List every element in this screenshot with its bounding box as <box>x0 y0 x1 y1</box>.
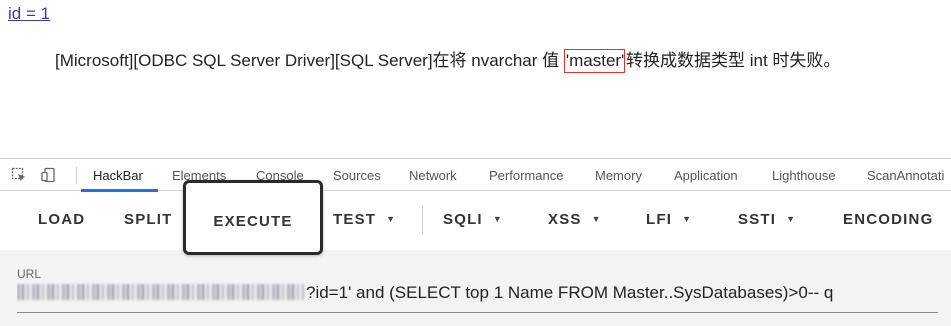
highlighted-value: 'master' <box>563 49 626 73</box>
url-input[interactable]: ?id=1' and (SELECT top 1 Name FROM Maste… <box>17 283 938 313</box>
sqli-label: SQLI <box>443 211 483 228</box>
load-button[interactable]: LOAD <box>38 211 85 228</box>
url-query-text: ?id=1' and (SELECT top 1 Name FROM Maste… <box>306 283 834 302</box>
sql-error-message: [Microsoft][ODBC SQL Server Driver][SQL … <box>55 46 841 73</box>
lfi-dropdown[interactable]: LFI ▼ <box>646 211 692 228</box>
chevron-down-icon: ▼ <box>386 214 397 224</box>
execute-button[interactable]: EXECUTE <box>183 180 323 255</box>
chevron-down-icon: ▼ <box>786 214 797 224</box>
tab-performance[interactable]: Performance <box>489 168 563 183</box>
lfi-label: LFI <box>646 211 673 228</box>
devtools-tab-bar: HackBar Elements Console Sources Network… <box>0 158 951 192</box>
url-panel: URL ?id=1' and (SELECT top 1 Name FROM M… <box>0 250 951 326</box>
ssti-label: SSTI <box>738 211 777 228</box>
chevron-down-icon: ▼ <box>591 214 602 224</box>
tab-sources[interactable]: Sources <box>333 168 381 183</box>
toolbar-divider <box>422 206 423 234</box>
url-label: URL <box>17 267 42 281</box>
tab-application[interactable]: Application <box>674 168 738 183</box>
xss-dropdown[interactable]: XSS ▼ <box>548 211 602 228</box>
redacted-host <box>17 284 304 300</box>
encoding-dropdown[interactable]: ENCODING <box>843 211 933 228</box>
page-link-id[interactable]: id = 1 <box>8 4 50 24</box>
hackbar-toolbar: LOAD SPLIT TEST ▼ SQLI ▼ XSS ▼ LFI ▼ SSTI ▼ E… <box>0 191 951 249</box>
device-toggle-icon[interactable] <box>41 167 57 183</box>
ssti-dropdown[interactable]: SSTI ▼ <box>738 211 796 228</box>
tab-hackbar[interactable]: HackBar <box>93 168 143 183</box>
chevron-down-icon: ▼ <box>492 214 503 224</box>
tab-lighthouse[interactable]: Lighthouse <box>772 168 836 183</box>
inspect-element-icon[interactable] <box>11 167 27 183</box>
execute-label: EXECUTE <box>213 213 293 230</box>
error-text-after: 转换成数据类型 int 时失败。 <box>621 51 841 70</box>
test-dropdown[interactable]: TEST ▼ <box>333 211 396 228</box>
tab-separator <box>76 167 77 184</box>
tab-scanannotations[interactable]: ScanAnnotati <box>867 168 944 183</box>
xss-label: XSS <box>548 211 582 228</box>
chevron-down-icon: ▼ <box>682 214 693 224</box>
tab-network[interactable]: Network <box>409 168 457 183</box>
split-button[interactable]: SPLIT <box>124 211 173 228</box>
test-label: TEST <box>333 211 377 228</box>
sqli-dropdown[interactable]: SQLI ▼ <box>443 211 503 228</box>
tab-memory[interactable]: Memory <box>595 168 642 183</box>
error-text-before: [Microsoft][ODBC SQL Server Driver][SQL … <box>55 51 564 70</box>
devtools-panel: HackBar Elements Console Sources Network… <box>0 158 951 326</box>
